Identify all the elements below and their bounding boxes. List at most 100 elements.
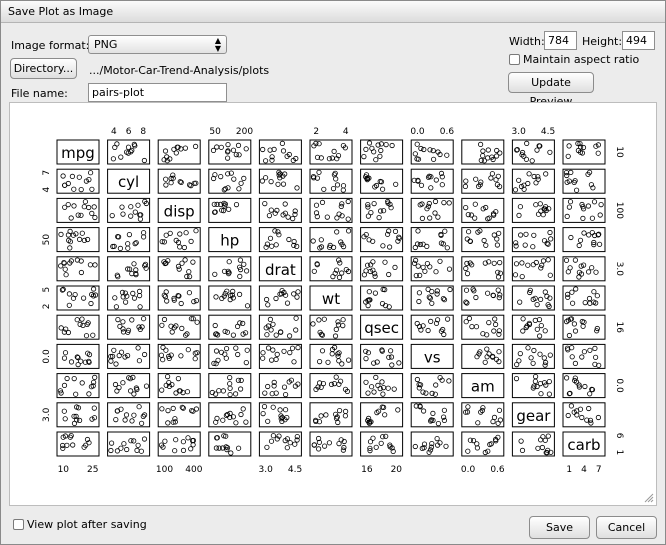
data-point bbox=[131, 412, 137, 418]
data-point bbox=[275, 181, 281, 187]
data-point bbox=[160, 357, 166, 363]
data-point bbox=[534, 147, 540, 153]
data-point bbox=[483, 242, 489, 248]
data-point bbox=[566, 143, 572, 149]
data-point bbox=[223, 412, 229, 418]
data-point bbox=[61, 408, 67, 414]
axis-tick-label: 0.6 bbox=[490, 465, 505, 475]
panel-frame bbox=[410, 139, 454, 165]
resize-grip-icon[interactable] bbox=[644, 493, 654, 503]
data-point bbox=[466, 315, 472, 321]
data-point bbox=[261, 403, 268, 410]
image-format-value: PNG bbox=[94, 38, 118, 51]
data-point bbox=[415, 228, 421, 234]
data-point bbox=[293, 315, 299, 321]
data-point bbox=[64, 375, 70, 382]
data-point bbox=[223, 355, 229, 361]
data-point bbox=[162, 438, 168, 444]
data-point bbox=[370, 259, 376, 265]
plot-preview: mpg cyl disp hp drat wt qsec vs am gear carb 4 6 8 50 2… bbox=[9, 102, 657, 506]
data-point bbox=[592, 345, 598, 351]
data-point bbox=[260, 355, 266, 361]
data-point bbox=[113, 304, 120, 310]
data-point bbox=[61, 382, 68, 388]
data-point bbox=[113, 416, 119, 423]
data-point bbox=[221, 187, 227, 193]
data-point bbox=[379, 379, 385, 385]
data-point bbox=[435, 420, 441, 427]
data-point bbox=[441, 200, 447, 206]
data-point bbox=[572, 328, 579, 334]
data-point bbox=[71, 375, 77, 382]
save-button[interactable]: Save bbox=[529, 516, 590, 539]
data-point bbox=[285, 214, 291, 220]
data-point bbox=[141, 316, 147, 322]
data-point bbox=[273, 356, 279, 362]
data-point bbox=[165, 407, 171, 414]
panel-frame bbox=[511, 168, 555, 194]
height-input[interactable]: 494 bbox=[622, 31, 655, 50]
data-point bbox=[363, 356, 369, 362]
width-input[interactable]: 784 bbox=[544, 31, 577, 50]
data-point bbox=[382, 412, 388, 418]
view-after-saving-checkbox[interactable] bbox=[13, 519, 24, 530]
data-point bbox=[545, 257, 551, 263]
data-point bbox=[538, 265, 544, 271]
data-point bbox=[190, 259, 196, 265]
data-point bbox=[280, 148, 287, 154]
data-point bbox=[291, 359, 297, 365]
data-point bbox=[269, 243, 275, 249]
data-point bbox=[421, 146, 427, 153]
data-point bbox=[465, 229, 472, 235]
data-point bbox=[595, 150, 601, 156]
data-point bbox=[465, 404, 471, 410]
data-point bbox=[262, 201, 268, 207]
data-point bbox=[546, 378, 552, 385]
data-point bbox=[371, 201, 377, 207]
data-point bbox=[385, 385, 391, 391]
update-preview-button[interactable]: Update Preview bbox=[508, 72, 594, 108]
data-point bbox=[416, 290, 422, 296]
file-name-input[interactable]: pairs-plot bbox=[88, 83, 227, 102]
data-point bbox=[180, 439, 186, 445]
data-point bbox=[597, 212, 603, 218]
variable-label: cyl bbox=[118, 173, 139, 191]
data-point bbox=[266, 213, 272, 219]
data-point bbox=[65, 202, 71, 208]
variable-label: gear bbox=[516, 407, 551, 425]
data-point bbox=[437, 258, 443, 264]
axis-tick-label: 3.0 bbox=[42, 407, 52, 422]
data-point bbox=[512, 272, 519, 278]
data-point bbox=[71, 186, 77, 192]
directory-button[interactable]: Directory... bbox=[10, 58, 77, 79]
maintain-aspect-checkbox[interactable] bbox=[509, 54, 520, 65]
panel-frame bbox=[309, 314, 353, 340]
axis-tick-label: 0.0 bbox=[614, 378, 624, 393]
data-point bbox=[542, 328, 548, 334]
image-format-select[interactable]: PNG ▲ ▼ bbox=[88, 35, 227, 54]
data-point bbox=[233, 151, 239, 158]
data-point bbox=[489, 171, 495, 177]
data-point bbox=[170, 405, 176, 411]
data-point bbox=[135, 202, 141, 208]
axis-tick-label: 0.0 bbox=[42, 349, 52, 364]
data-point bbox=[326, 156, 332, 162]
data-point bbox=[238, 180, 244, 186]
data-point bbox=[184, 273, 190, 280]
data-point bbox=[137, 216, 143, 222]
data-point bbox=[233, 420, 239, 426]
data-point bbox=[531, 347, 537, 354]
data-point bbox=[131, 261, 137, 267]
panel-frame bbox=[511, 256, 555, 282]
data-point bbox=[114, 141, 120, 147]
data-point bbox=[497, 270, 503, 276]
data-point bbox=[165, 420, 171, 426]
data-point bbox=[92, 262, 98, 268]
data-point bbox=[131, 295, 138, 301]
data-point bbox=[137, 293, 143, 299]
cancel-button[interactable]: Cancel bbox=[596, 516, 657, 539]
data-point bbox=[141, 157, 147, 164]
data-point bbox=[113, 361, 119, 367]
data-point bbox=[193, 228, 199, 234]
data-point bbox=[412, 443, 418, 450]
